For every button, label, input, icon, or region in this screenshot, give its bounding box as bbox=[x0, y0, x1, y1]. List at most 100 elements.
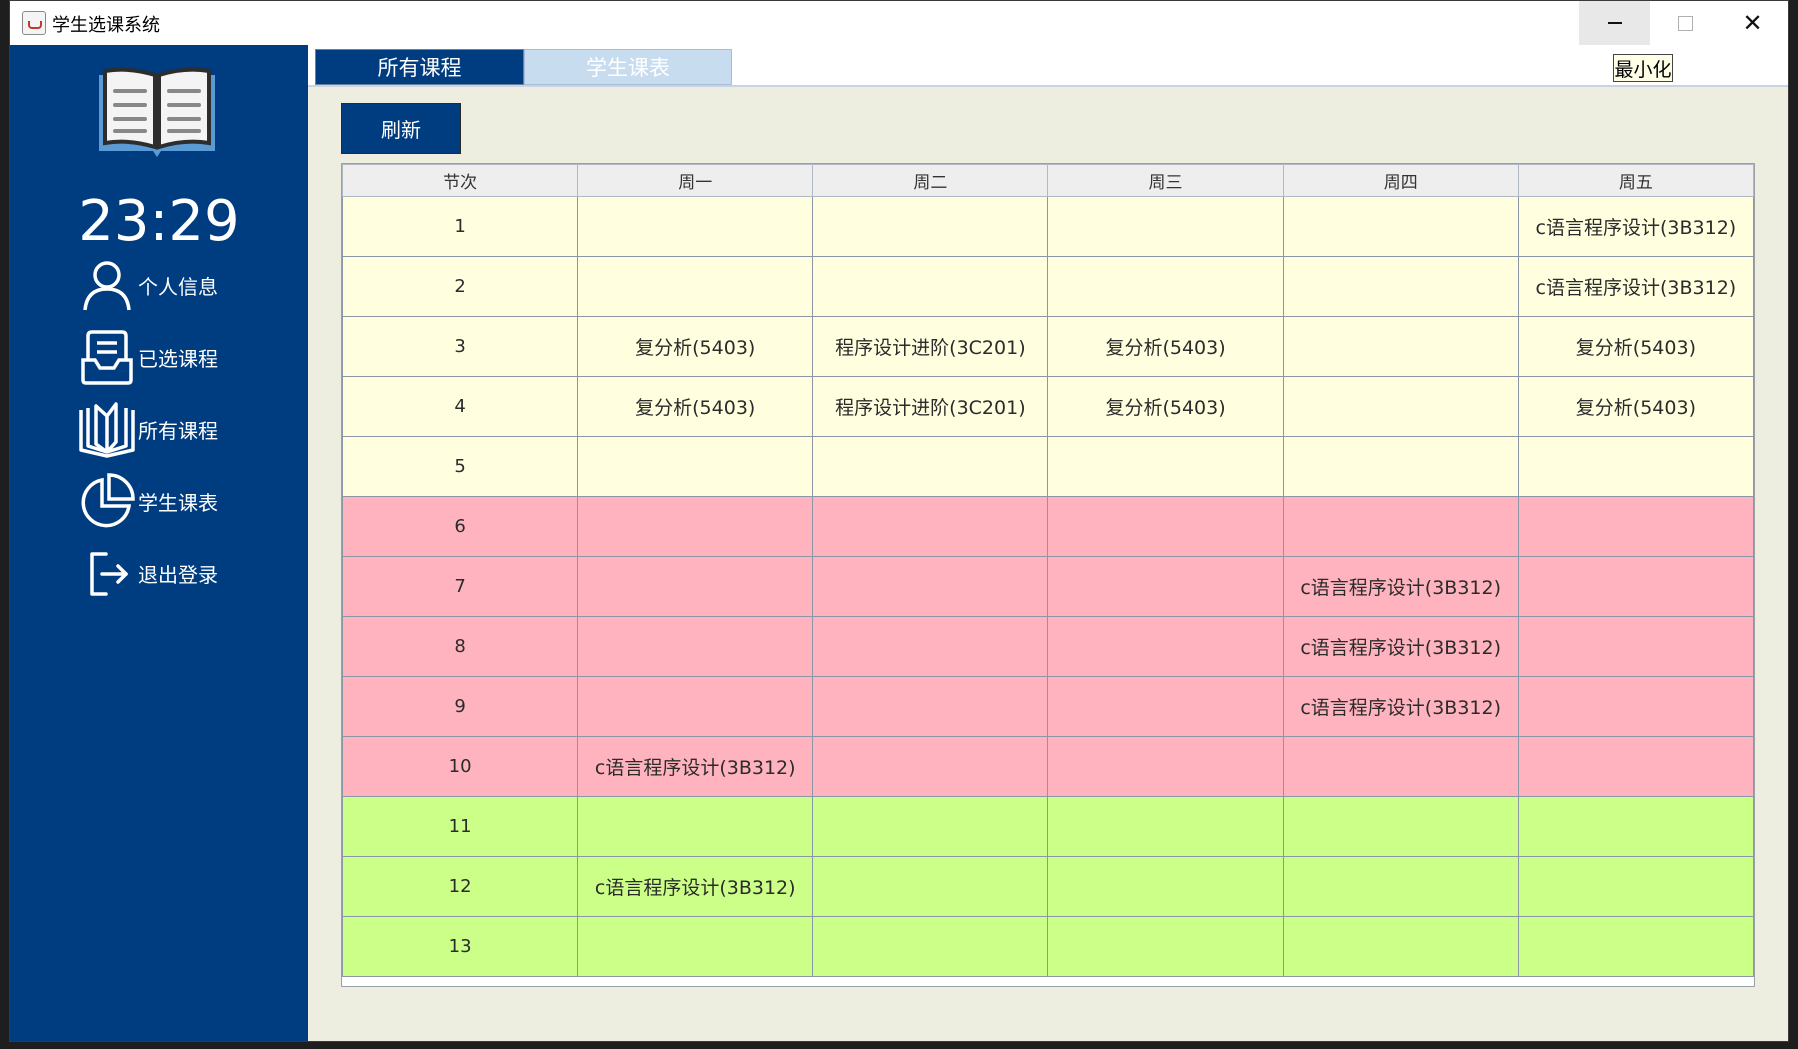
period-cell[interactable]: 13 bbox=[341, 916, 579, 977]
course-cell[interactable] bbox=[577, 676, 814, 737]
column-header[interactable]: 节次 bbox=[341, 164, 579, 197]
course-cell[interactable]: 程序设计进阶(3C201) bbox=[812, 316, 1049, 377]
minimize-button[interactable]: 最小化 bbox=[1613, 54, 1673, 82]
nav-logout[interactable]: 退出登录 bbox=[78, 543, 288, 603]
column-header[interactable]: 周四 bbox=[1282, 164, 1519, 197]
course-cell[interactable]: c语言程序设计(3B312) bbox=[1517, 196, 1755, 257]
course-cell[interactable] bbox=[1047, 196, 1284, 257]
course-cell[interactable] bbox=[1047, 916, 1284, 977]
table-row[interactable]: 3 复分析(5403) 程序设计进阶(3C201) 复分析(5403) 复分析(5403… bbox=[341, 316, 1755, 377]
table-row[interactable]: 9 c语言程序设计(3B312) bbox=[341, 676, 1755, 737]
course-cell[interactable] bbox=[1282, 316, 1519, 377]
period-cell[interactable]: 11 bbox=[341, 796, 579, 857]
period-cell[interactable]: 6 bbox=[341, 496, 579, 557]
table-row[interactable]: 6 bbox=[341, 496, 1755, 557]
period-cell[interactable]: 9 bbox=[341, 676, 579, 737]
table-row[interactable]: 13 bbox=[341, 916, 1755, 977]
column-header[interactable]: 周五 bbox=[1517, 164, 1755, 197]
course-cell[interactable] bbox=[1047, 856, 1284, 917]
course-cell[interactable]: c语言程序设计(3B312) bbox=[577, 736, 814, 797]
course-cell[interactable] bbox=[1282, 856, 1519, 917]
course-cell[interactable] bbox=[1047, 736, 1284, 797]
course-cell[interactable] bbox=[577, 916, 814, 977]
course-cell[interactable]: 复分析(5403) bbox=[1517, 316, 1755, 377]
course-cell[interactable] bbox=[1282, 496, 1519, 557]
course-cell[interactable] bbox=[1282, 196, 1519, 257]
period-cell[interactable]: 1 bbox=[341, 196, 579, 257]
column-header[interactable]: 周三 bbox=[1047, 164, 1284, 197]
course-cell[interactable] bbox=[1517, 736, 1755, 797]
nav-selected-courses[interactable]: 已选课程 bbox=[78, 327, 288, 387]
course-cell[interactable] bbox=[1282, 376, 1519, 437]
course-cell[interactable]: c语言程序设计(3B312) bbox=[1282, 676, 1519, 737]
course-cell[interactable] bbox=[1517, 916, 1755, 977]
course-cell[interactable]: 复分析(5403) bbox=[1517, 376, 1755, 437]
table-row[interactable]: 7 c语言程序设计(3B312) bbox=[341, 556, 1755, 617]
column-header[interactable]: 周二 bbox=[812, 164, 1049, 197]
course-cell[interactable] bbox=[1517, 436, 1755, 497]
course-cell[interactable]: c语言程序设计(3B312) bbox=[1282, 616, 1519, 677]
course-cell[interactable] bbox=[1517, 556, 1755, 617]
window-minimize-button[interactable] bbox=[1579, 1, 1650, 45]
course-cell[interactable] bbox=[1047, 496, 1284, 557]
course-cell[interactable] bbox=[577, 436, 814, 497]
period-cell[interactable]: 5 bbox=[341, 436, 579, 497]
course-cell[interactable] bbox=[812, 496, 1049, 557]
period-cell[interactable]: 3 bbox=[341, 316, 579, 377]
course-cell[interactable] bbox=[577, 796, 814, 857]
period-cell[interactable]: 7 bbox=[341, 556, 579, 617]
table-row[interactable]: 11 bbox=[341, 796, 1755, 857]
course-cell[interactable] bbox=[1047, 436, 1284, 497]
course-cell[interactable]: 程序设计进阶(3C201) bbox=[812, 376, 1049, 437]
course-cell[interactable] bbox=[577, 616, 814, 677]
refresh-button[interactable]: 刷新 bbox=[341, 103, 461, 154]
table-row[interactable]: 5 bbox=[341, 436, 1755, 497]
course-cell[interactable] bbox=[1517, 676, 1755, 737]
table-row[interactable]: 1 c语言程序设计(3B312) bbox=[341, 196, 1755, 257]
course-cell[interactable]: c语言程序设计(3B312) bbox=[577, 856, 814, 917]
course-cell[interactable]: c语言程序设计(3B312) bbox=[1282, 556, 1519, 617]
course-cell[interactable] bbox=[812, 616, 1049, 677]
course-cell[interactable]: 复分析(5403) bbox=[577, 316, 814, 377]
course-cell[interactable] bbox=[1282, 256, 1519, 317]
course-cell[interactable] bbox=[1282, 796, 1519, 857]
table-row[interactable]: 10 c语言程序设计(3B312) bbox=[341, 736, 1755, 797]
nav-all-courses[interactable]: 所有课程 bbox=[78, 399, 288, 459]
nav-personal-info[interactable]: 个人信息 bbox=[78, 255, 288, 315]
course-cell[interactable]: 复分析(5403) bbox=[577, 376, 814, 437]
course-cell[interactable]: c语言程序设计(3B312) bbox=[1517, 256, 1755, 317]
course-cell[interactable] bbox=[1282, 736, 1519, 797]
course-cell[interactable] bbox=[1047, 676, 1284, 737]
period-cell[interactable]: 12 bbox=[341, 856, 579, 917]
course-cell[interactable] bbox=[812, 436, 1049, 497]
period-cell[interactable]: 8 bbox=[341, 616, 579, 677]
course-cell[interactable] bbox=[812, 736, 1049, 797]
course-cell[interactable] bbox=[1517, 616, 1755, 677]
nav-student-schedule[interactable]: 学生课表 bbox=[78, 471, 288, 531]
course-cell[interactable] bbox=[577, 496, 814, 557]
course-cell[interactable] bbox=[812, 856, 1049, 917]
period-cell[interactable]: 4 bbox=[341, 376, 579, 437]
table-row[interactable]: 2 c语言程序设计(3B312) bbox=[341, 256, 1755, 317]
course-cell[interactable]: 复分析(5403) bbox=[1047, 316, 1284, 377]
course-cell[interactable] bbox=[812, 796, 1049, 857]
course-cell[interactable] bbox=[1047, 256, 1284, 317]
course-cell[interactable] bbox=[1047, 556, 1284, 617]
table-row[interactable]: 4 复分析(5403) 程序设计进阶(3C201) 复分析(5403) 复分析(5403… bbox=[341, 376, 1755, 437]
window-close-button[interactable]: ✕ bbox=[1717, 1, 1788, 45]
course-cell[interactable] bbox=[812, 676, 1049, 737]
table-row[interactable]: 8 c语言程序设计(3B312) bbox=[341, 616, 1755, 677]
course-cell[interactable] bbox=[1517, 496, 1755, 557]
course-cell[interactable] bbox=[577, 556, 814, 617]
tab-all-courses[interactable]: 所有课程 bbox=[315, 49, 524, 85]
course-cell[interactable] bbox=[577, 256, 814, 317]
table-row[interactable]: 12 c语言程序设计(3B312) bbox=[341, 856, 1755, 917]
course-cell[interactable] bbox=[1282, 916, 1519, 977]
course-cell[interactable] bbox=[1047, 796, 1284, 857]
course-cell[interactable] bbox=[1517, 856, 1755, 917]
course-cell[interactable] bbox=[1517, 796, 1755, 857]
course-cell[interactable] bbox=[1282, 436, 1519, 497]
course-cell[interactable] bbox=[812, 916, 1049, 977]
course-cell[interactable]: 复分析(5403) bbox=[1047, 376, 1284, 437]
course-cell[interactable] bbox=[812, 196, 1049, 257]
